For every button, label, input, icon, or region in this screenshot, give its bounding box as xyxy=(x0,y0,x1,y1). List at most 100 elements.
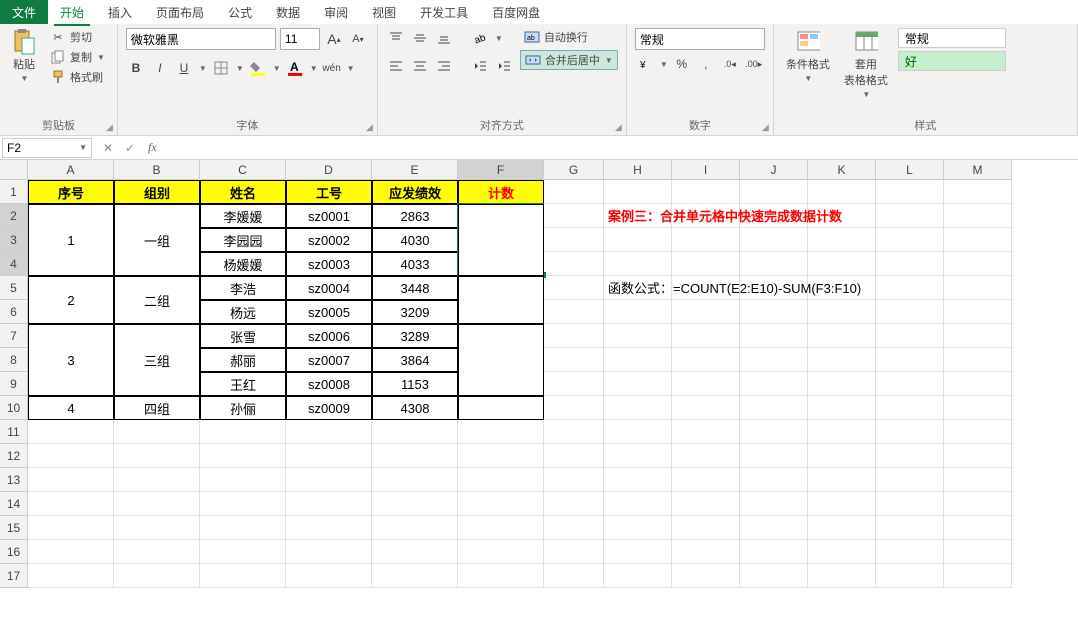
cell[interactable] xyxy=(672,180,740,204)
perf-cell[interactable]: 3289 xyxy=(372,324,458,348)
name-cell[interactable]: 王红 xyxy=(200,372,286,396)
cell[interactable] xyxy=(372,420,458,444)
cell[interactable] xyxy=(544,492,604,516)
cell[interactable] xyxy=(544,420,604,444)
tab-home[interactable]: 开始 xyxy=(48,0,96,25)
dialog-launcher-icon[interactable]: ◢ xyxy=(762,122,769,133)
cut-button[interactable]: ✂ 剪切 xyxy=(46,28,109,46)
cell[interactable] xyxy=(808,492,876,516)
name-cell[interactable]: 郝丽 xyxy=(200,348,286,372)
cell[interactable] xyxy=(672,252,740,276)
style-good[interactable]: 好 xyxy=(898,51,1006,71)
group-cell[interactable]: 三组 xyxy=(114,324,200,396)
cell[interactable] xyxy=(372,468,458,492)
col-head-F[interactable]: F xyxy=(458,160,544,180)
cell[interactable] xyxy=(808,540,876,564)
cell[interactable] xyxy=(286,468,372,492)
percent-button[interactable]: % xyxy=(672,54,692,74)
cell[interactable] xyxy=(672,564,740,588)
cell[interactable] xyxy=(876,204,944,228)
grow-font-button[interactable]: A▴ xyxy=(324,29,344,49)
cell[interactable] xyxy=(808,228,876,252)
cell[interactable] xyxy=(114,564,200,588)
cell[interactable] xyxy=(672,540,740,564)
group-cell[interactable]: 一组 xyxy=(114,204,200,276)
count-cell[interactable] xyxy=(458,204,544,276)
cell[interactable] xyxy=(604,252,672,276)
cell[interactable] xyxy=(200,444,286,468)
cell[interactable] xyxy=(808,468,876,492)
cell[interactable] xyxy=(544,468,604,492)
row-head-10[interactable]: 10 xyxy=(0,396,28,420)
cell[interactable] xyxy=(672,516,740,540)
cell[interactable] xyxy=(672,396,740,420)
col-head-I[interactable]: I xyxy=(672,160,740,180)
cell[interactable] xyxy=(114,516,200,540)
cell[interactable] xyxy=(740,564,808,588)
cell[interactable] xyxy=(544,516,604,540)
cell[interactable] xyxy=(876,372,944,396)
row-head-13[interactable]: 13 xyxy=(0,468,28,492)
cell[interactable] xyxy=(372,540,458,564)
perf-cell[interactable]: 3209 xyxy=(372,300,458,324)
cell[interactable] xyxy=(28,468,114,492)
conditional-format-button[interactable]: 条件格式▼ xyxy=(782,28,834,85)
cell[interactable] xyxy=(808,444,876,468)
col-head-B[interactable]: B xyxy=(114,160,200,180)
row-head-5[interactable]: 5 xyxy=(0,276,28,300)
file-tab[interactable]: 文件 xyxy=(0,0,48,24)
increase-decimal-button[interactable]: .0◂ xyxy=(720,54,740,74)
tab-insert[interactable]: 插入 xyxy=(96,0,144,25)
cell[interactable] xyxy=(740,516,808,540)
cell[interactable] xyxy=(740,348,808,372)
cell[interactable] xyxy=(604,324,672,348)
decrease-indent-button[interactable] xyxy=(470,56,490,76)
cell[interactable] xyxy=(544,396,604,420)
cell[interactable] xyxy=(114,540,200,564)
cell[interactable] xyxy=(604,180,672,204)
cell[interactable] xyxy=(604,300,672,324)
row-head-17[interactable]: 17 xyxy=(0,564,28,588)
cell[interactable] xyxy=(28,444,114,468)
borders-button[interactable] xyxy=(211,58,231,78)
cell[interactable] xyxy=(604,492,672,516)
align-bottom-button[interactable] xyxy=(434,28,454,48)
header-cell[interactable]: 应发绩效 xyxy=(372,180,458,204)
increase-indent-button[interactable] xyxy=(494,56,514,76)
row-head-11[interactable]: 11 xyxy=(0,420,28,444)
header-cell[interactable]: 工号 xyxy=(286,180,372,204)
cell[interactable] xyxy=(28,492,114,516)
align-center-button[interactable] xyxy=(410,56,430,76)
header-cell[interactable]: 姓名 xyxy=(200,180,286,204)
col-head-D[interactable]: D xyxy=(286,160,372,180)
cancel-button[interactable]: ✕ xyxy=(98,138,118,158)
cell[interactable] xyxy=(808,348,876,372)
cell[interactable] xyxy=(808,300,876,324)
name-cell[interactable]: 杨媛媛 xyxy=(200,252,286,276)
cell[interactable] xyxy=(876,420,944,444)
group-cell[interactable]: 四组 xyxy=(114,396,200,420)
name-cell[interactable]: 杨远 xyxy=(200,300,286,324)
cell[interactable] xyxy=(544,324,604,348)
cell[interactable] xyxy=(944,324,1012,348)
cell[interactable] xyxy=(372,564,458,588)
tab-review[interactable]: 审阅 xyxy=(312,0,360,25)
col-head-L[interactable]: L xyxy=(876,160,944,180)
cell[interactable] xyxy=(200,564,286,588)
perf-cell[interactable]: 4308 xyxy=(372,396,458,420)
cell[interactable] xyxy=(604,564,672,588)
accounting-button[interactable]: ¥ xyxy=(635,54,655,74)
cell[interactable] xyxy=(604,540,672,564)
cell[interactable] xyxy=(944,276,1012,300)
cell[interactable] xyxy=(200,492,286,516)
seq-cell[interactable]: 3 xyxy=(28,324,114,396)
cell[interactable] xyxy=(740,228,808,252)
shrink-font-button[interactable]: A▾ xyxy=(348,29,368,49)
select-all-corner[interactable] xyxy=(0,160,28,180)
cell[interactable] xyxy=(944,516,1012,540)
cell[interactable] xyxy=(672,420,740,444)
row-head-16[interactable]: 16 xyxy=(0,540,28,564)
font-name-combo[interactable]: 微软雅黑 xyxy=(126,28,276,50)
header-cell[interactable]: 组别 xyxy=(114,180,200,204)
cell[interactable] xyxy=(604,372,672,396)
